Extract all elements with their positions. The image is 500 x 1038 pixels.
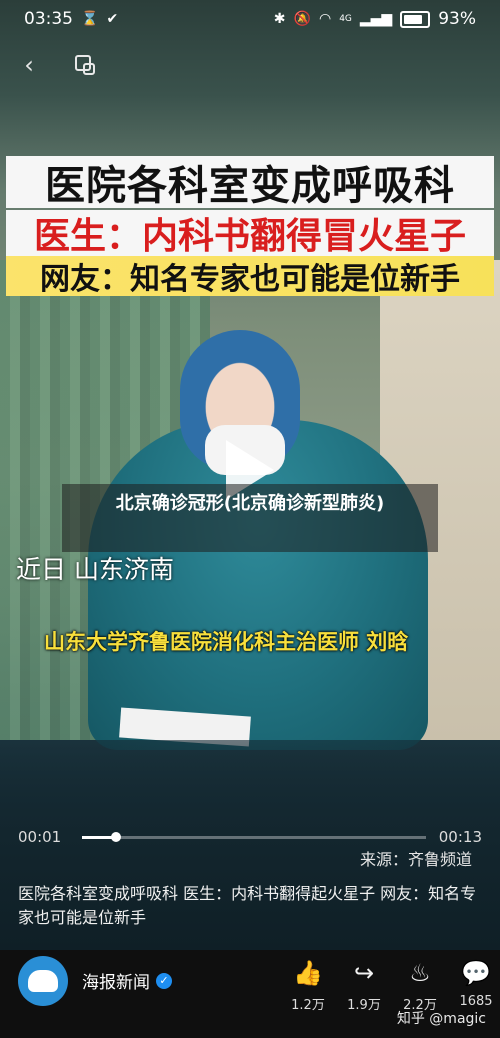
signal-icon: ▂▄▆ xyxy=(359,11,393,27)
back-arrow-icon[interactable]: ‹ xyxy=(12,48,46,82)
wifi-icon: ◠ xyxy=(318,11,332,27)
share-button[interactable]: ↪ 1.9万 xyxy=(336,958,392,1013)
share-count: 1.9万 xyxy=(347,998,381,1013)
verified-icon: ✓ xyxy=(156,972,172,989)
account-name[interactable]: 海报新闻 xyxy=(82,968,150,993)
watermark: 知乎 @magic xyxy=(396,1011,486,1027)
comment-icon: 💬 xyxy=(461,959,491,987)
subtitle-doctor: 山东大学齐鲁医院消化科主治医师 刘晗 xyxy=(44,630,409,654)
picture-in-picture-icon[interactable] xyxy=(68,48,102,82)
banner-line-2-text: 内科书翻得冒火星子 xyxy=(142,216,467,257)
video-source: 来源：齐鲁频道 xyxy=(359,850,472,869)
account-name-row[interactable]: 海报新闻 ✓ xyxy=(82,968,172,993)
banner-line-2: 医生： 内科书翻得冒火星子 xyxy=(6,210,494,257)
avatar[interactable] xyxy=(18,956,68,1006)
status-time: 03:35 xyxy=(24,9,73,29)
banner-line-1: 医院各科室变成呼吸科 xyxy=(6,156,494,209)
like-count: 1.2万 xyxy=(291,998,325,1013)
like-button[interactable]: 👍 1.2万 xyxy=(280,958,336,1013)
banner-line-2-prefix: 医生： xyxy=(33,216,142,257)
video-title[interactable]: 北京确诊冠形(北京确诊新型肺炎) xyxy=(62,484,438,552)
status-bar: 03:35 ⌛ ✔ ✱ 🔕 ◠ 4G ▂▄▆ 93% xyxy=(0,0,500,38)
avatar-seal-icon xyxy=(28,970,58,992)
comment-button[interactable]: 💬 1685 xyxy=(448,958,500,1013)
network-label: 4G xyxy=(339,14,352,24)
subtitle-location: 近日 山东济南 xyxy=(16,555,174,584)
favorite-button[interactable]: ♨ 2.2万 xyxy=(392,958,448,1013)
action-bar: 👍 1.2万 ↪ 1.9万 ♨ 2.2万 💬 1685 xyxy=(280,958,500,1013)
favorite-icon: ♨ xyxy=(409,959,431,987)
video-banner: 医院各科室变成呼吸科 医生： 内科书翻得冒火星子 网友：知名专家也可能是位新手 xyxy=(6,148,494,297)
total-time: 00:13 xyxy=(438,828,482,846)
banner-line-3: 网友：知名专家也可能是位新手 xyxy=(6,256,494,297)
video-description: 医院各科室变成呼吸科 医生：内科书翻得起火星子 网友：知名专家也可能是位新手 xyxy=(18,884,477,927)
like-icon: 👍 xyxy=(293,959,323,987)
mute-icon: 🔕 xyxy=(293,11,311,27)
bluetooth-icon: ✱ xyxy=(273,11,286,27)
battery-percentage: 93% xyxy=(438,9,476,29)
top-nav: ‹ xyxy=(12,48,102,82)
share-icon: ↪ xyxy=(353,959,375,987)
check-icon: ✔ xyxy=(106,11,119,27)
battery-icon xyxy=(400,10,431,28)
progress-slider[interactable] xyxy=(82,832,426,842)
current-time: 00:01 xyxy=(18,828,62,846)
hourglass-icon: ⌛ xyxy=(81,11,99,27)
comment-count: 1685 xyxy=(459,994,493,1009)
